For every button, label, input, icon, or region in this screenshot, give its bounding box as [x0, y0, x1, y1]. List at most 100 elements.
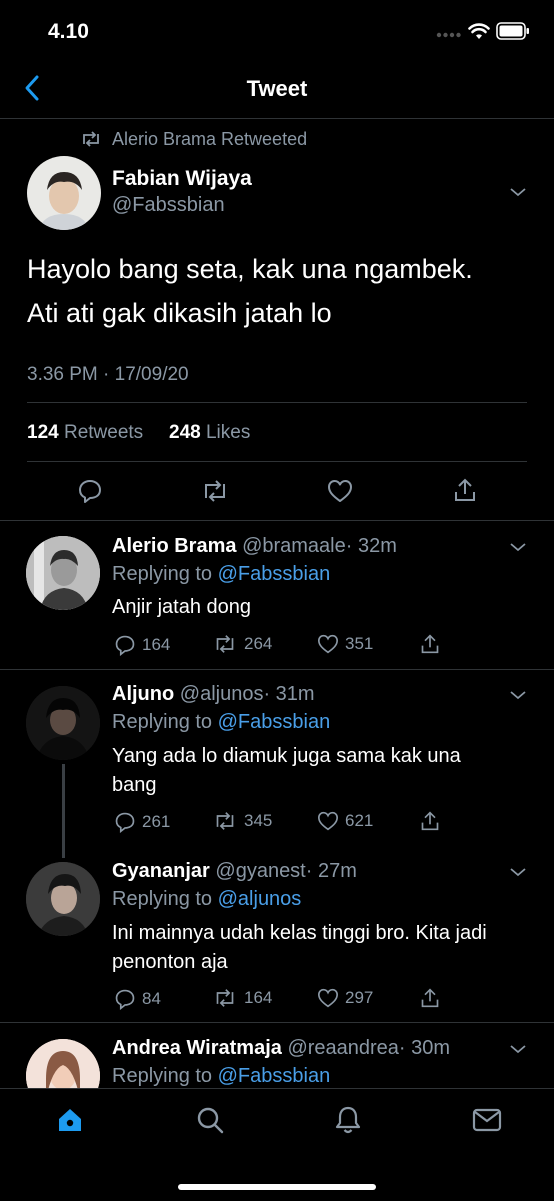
reply-header: Gyananjar @gyanest· 27m [112, 860, 357, 883]
replying-to: Replying to @Fabssbian [112, 711, 330, 734]
reply-header: Andrea Wiratmaja @reaandrea· 30m [112, 1037, 450, 1060]
reply-author-handle[interactable]: @reaandrea [287, 1037, 398, 1059]
chevron-down-icon[interactable] [508, 541, 528, 553]
notifications-icon[interactable] [334, 1105, 362, 1135]
divider [0, 1022, 554, 1023]
replying-to-link[interactable]: @Fabssbian [218, 1065, 331, 1087]
retweet-count: 264 [244, 634, 273, 653]
like-icon [317, 811, 339, 831]
reply-like-stat[interactable]: 621 [317, 811, 373, 831]
share-icon[interactable] [420, 633, 440, 655]
replying-to: Replying to @aljunos [112, 888, 301, 911]
battery-icon [496, 22, 530, 40]
like-icon [317, 634, 339, 654]
home-indicator [178, 1184, 376, 1190]
comment-count: 84 [142, 989, 161, 1008]
reply-text-line2: penonton aja [112, 951, 228, 973]
status-bar: 4.10 [0, 0, 554, 66]
reply-time: · 31m [263, 683, 315, 705]
reply-icon[interactable] [77, 478, 103, 504]
replying-to-label: Replying to [112, 1065, 213, 1087]
reply-text: Anjir jatah dong [112, 596, 251, 618]
reply-retweet-stat[interactable]: 345 [212, 811, 272, 831]
replying-to: Replying to @Fabssbian [112, 1065, 330, 1088]
reply-like-stat[interactable]: 351 [317, 634, 373, 654]
author-name[interactable]: Fabian Wijaya [112, 167, 252, 191]
search-icon[interactable] [195, 1105, 225, 1135]
avatar[interactable] [26, 686, 100, 760]
author-handle[interactable]: @Fabssbian [112, 194, 225, 217]
reply-author-name[interactable]: Alerio Brama [112, 535, 237, 557]
reply-comment-stat[interactable]: 261 [114, 811, 170, 833]
reply-author-name[interactable]: Andrea Wiratmaja [112, 1037, 282, 1059]
reply-time: · 30m [398, 1037, 451, 1059]
retweet-icon [212, 811, 238, 831]
wifi-icon [468, 22, 490, 40]
reply-text-line2: bang [112, 774, 157, 796]
reply-header: Aljuno @aljunos· 31m [112, 683, 315, 706]
tweet-timestamp: 3.36 PM · 17/09/20 [27, 364, 189, 385]
comment-count: 164 [142, 635, 171, 654]
retweet-icon [212, 988, 238, 1008]
reply-author-handle[interactable]: @bramaale [242, 535, 346, 557]
like-count: 297 [345, 988, 374, 1007]
reply-text-line1: Yang ada lo diamuk juga sama kak una [112, 745, 461, 767]
signal-icon [436, 31, 462, 39]
reply-icon [114, 988, 136, 1010]
like-count: 621 [345, 811, 374, 830]
retweet-icon[interactable] [200, 479, 230, 503]
status-time: 4.10 [48, 20, 89, 43]
share-icon[interactable] [420, 987, 440, 1009]
reply-icon [114, 634, 136, 656]
reply-retweet-stat[interactable]: 164 [212, 988, 272, 1008]
avatar[interactable] [26, 862, 100, 936]
tweet-text-line1: Hayolo bang seta, kak una ngambek. [27, 254, 473, 284]
reply-author-name[interactable]: Aljuno [112, 683, 174, 705]
replying-to: Replying to @Fabssbian [112, 563, 330, 586]
chevron-down-icon[interactable] [508, 186, 528, 198]
replying-to-link[interactable]: @aljunos [218, 888, 302, 910]
replying-to-label: Replying to [112, 888, 213, 910]
reply-time: · 27m [305, 860, 357, 882]
retweets-label: Retweets [63, 422, 144, 443]
chevron-down-icon[interactable] [508, 866, 528, 878]
retweet-icon [212, 634, 238, 654]
divider [27, 461, 527, 462]
share-icon[interactable] [453, 477, 477, 503]
comment-count: 261 [142, 812, 171, 831]
chevron-down-icon[interactable] [508, 1043, 528, 1055]
replying-to-link[interactable]: @Fabssbian [218, 563, 331, 585]
avatar[interactable] [26, 536, 100, 610]
reply-like-stat[interactable]: 297 [317, 988, 373, 1008]
page-title: Tweet [246, 76, 308, 101]
reply-author-handle[interactable]: @aljunos [180, 683, 264, 705]
author-avatar[interactable] [27, 156, 101, 230]
reply-comment-stat[interactable]: 164 [114, 634, 170, 656]
replying-to-link[interactable]: @Fabssbian [218, 711, 331, 733]
like-icon [317, 988, 339, 1008]
reply-author-name[interactable]: Gyananjar [112, 860, 210, 882]
reply-time: · 32m [345, 535, 397, 557]
reply-retweet-stat[interactable]: 264 [212, 634, 272, 654]
reply-text-line1: Ini mainnya udah kelas tinggi bro. Kita … [112, 922, 487, 944]
like-icon[interactable] [327, 479, 353, 503]
home-icon[interactable] [56, 1106, 84, 1134]
like-count: 351 [345, 634, 374, 653]
divider [0, 669, 554, 670]
reply-author-handle[interactable]: @gyanest [215, 860, 305, 882]
replying-to-label: Replying to [112, 711, 213, 733]
share-icon[interactable] [420, 810, 440, 832]
reply-comment-stat[interactable]: 84 [114, 988, 161, 1010]
messages-icon[interactable] [472, 1107, 502, 1133]
divider [0, 520, 554, 521]
likes-stat[interactable]: 248 Likes [169, 422, 250, 444]
likes-count: 248 [169, 422, 201, 443]
thread-line [62, 764, 65, 858]
divider [27, 402, 527, 403]
retweeted-by-label: Alerio Brama Retweeted [112, 129, 308, 149]
chevron-down-icon[interactable] [508, 689, 528, 701]
reply-header: Alerio Brama @bramaale· 32m [112, 535, 397, 558]
tweet-text-line2: Ati ati gak dikasih jatah lo [27, 298, 332, 328]
retweets-stat[interactable]: 124 Retweets [27, 422, 143, 444]
retweet-small-icon [80, 130, 102, 148]
